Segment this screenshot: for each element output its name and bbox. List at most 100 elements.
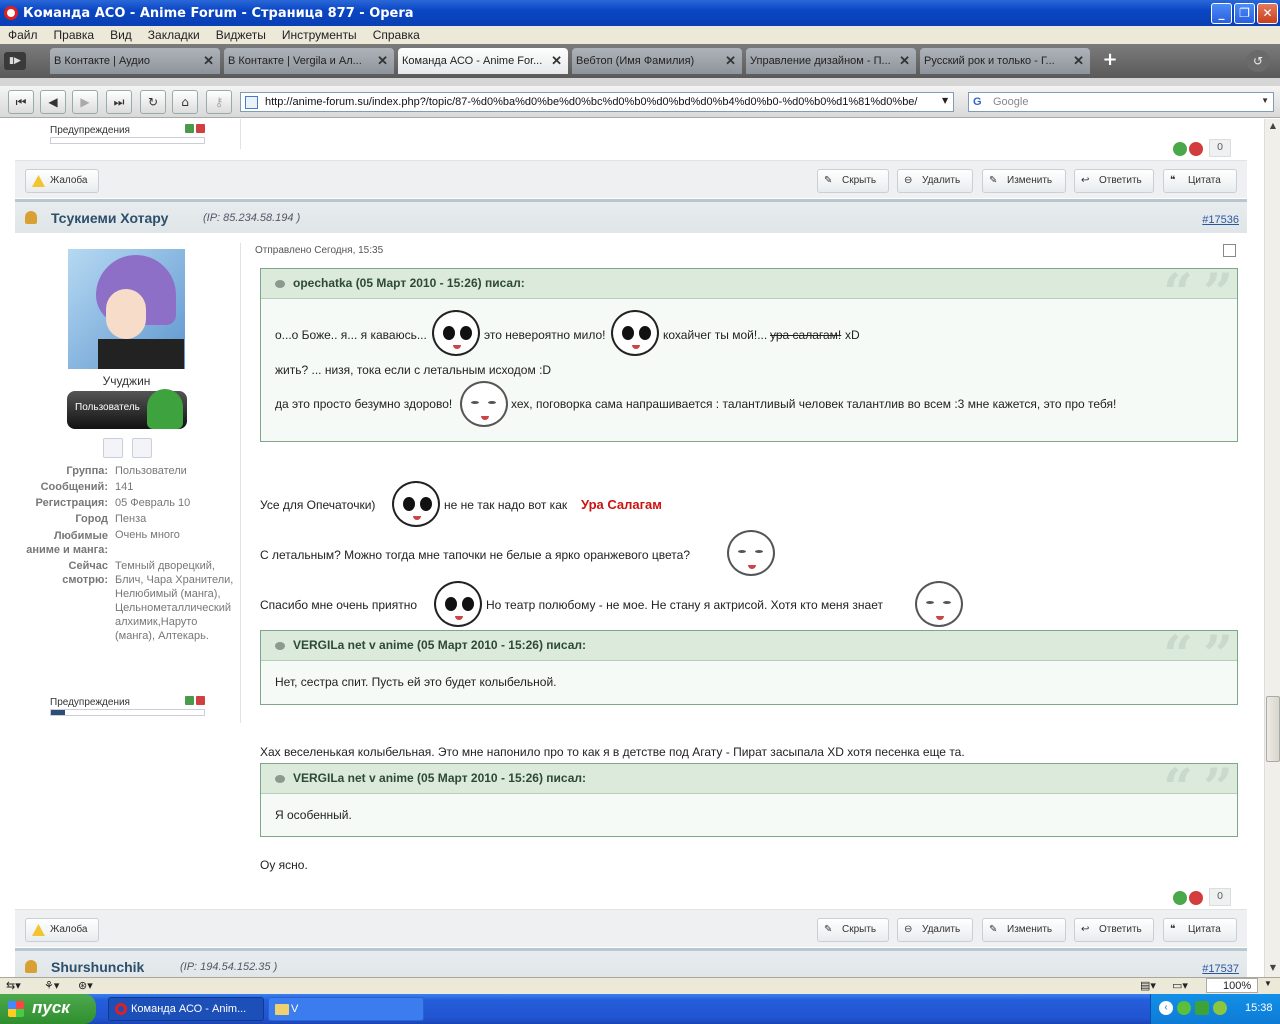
warn-minus-icon[interactable] — [185, 696, 194, 705]
tab-close-icon[interactable]: ✕ — [377, 53, 388, 69]
quote-button[interactable]: ❝ Цитата — [1163, 169, 1237, 193]
tray-app-icon[interactable] — [1177, 1001, 1191, 1015]
home-icon[interactable]: ⌂ — [172, 90, 198, 114]
menu-edit[interactable]: Правка — [46, 28, 103, 42]
address-field[interactable]: http://anime-forum.su/index.php?/topic/8… — [240, 92, 954, 112]
zoom-dropdown-icon[interactable]: ▼ — [1264, 979, 1272, 988]
taskbar: пуск Команда АСО - Anim... V RU ‹ 15:38 — [0, 994, 1280, 1024]
search-field[interactable]: G Google ▼ — [968, 92, 1274, 112]
start-label: пуск — [32, 998, 70, 1017]
taskbar-opera-button[interactable]: Команда АСО - Anim... — [108, 997, 264, 1021]
menu-widgets[interactable]: Виджеты — [208, 28, 274, 42]
tab-vk-audio[interactable]: В Контакте | Аудио ✕ — [50, 48, 220, 74]
post-number-link[interactable]: #17537 — [1202, 963, 1239, 975]
post-number-link[interactable]: #17536 — [1202, 214, 1239, 226]
view-icon[interactable]: ▭▾ — [1172, 979, 1188, 992]
post-text: Но театр полюбому - не мое. Не стану я а… — [486, 598, 883, 612]
clock[interactable]: 15:38 — [1245, 1002, 1273, 1014]
window-titlebar[interactable]: Команда АСО - Anime Forum - Страница 877… — [0, 0, 1280, 26]
post-ip: (IP: 85.234.58.194 ) — [203, 212, 301, 224]
menu-help[interactable]: Справка — [365, 28, 428, 42]
column-divider — [240, 243, 241, 723]
menu-file[interactable]: Файл — [0, 28, 46, 42]
delete-button[interactable]: ⊖ Удалить — [897, 918, 973, 942]
post-author[interactable]: Тсукиеми Хотару — [51, 210, 168, 226]
quote-header: VERGILa net v anime (05 Март 2010 - 15:2… — [261, 758, 1237, 819]
tab-russian-rock[interactable]: Русский рок и только - Г... ✕ — [920, 48, 1090, 74]
fast-forward-icon[interactable]: ⏭ — [106, 90, 132, 114]
quote-header: VERGILa net v anime (05 Март 2010 - 15:2… — [261, 625, 1237, 686]
complaint-button[interactable]: Жалоба — [25, 169, 99, 193]
tab-panel-toggle-icon[interactable]: ▮▶ — [4, 52, 26, 70]
delete-button[interactable]: ⊖ Удалить — [897, 169, 973, 193]
rewind-icon[interactable]: ⏮ — [8, 90, 34, 114]
tab-close-icon[interactable]: ✕ — [203, 53, 214, 69]
reload-icon[interactable]: ↻ — [140, 90, 166, 114]
forward-icon[interactable]: ▶ — [72, 90, 98, 114]
back-icon[interactable]: ◀ — [40, 90, 66, 114]
rate-up-icon[interactable] — [1173, 142, 1187, 156]
tab-close-icon[interactable]: ✕ — [1073, 53, 1084, 69]
maximize-button[interactable]: ❐ — [1234, 3, 1255, 24]
info-city-label: Город — [75, 513, 108, 525]
scroll-up-icon[interactable]: ▲ — [1267, 121, 1279, 131]
warnings-bar — [50, 137, 205, 144]
hide-button[interactable]: ✎ Скрыть — [817, 918, 889, 942]
reply-button[interactable]: ↩ Ответить — [1074, 169, 1154, 193]
folder-icon — [275, 1004, 289, 1015]
tray-app-icon[interactable] — [1195, 1001, 1209, 1015]
post-author[interactable]: Shurshunchik — [51, 959, 144, 975]
wand-icon[interactable]: ⚷ — [206, 90, 232, 114]
reply-button[interactable]: ↩ Ответить — [1074, 918, 1154, 942]
menu-tools[interactable]: Инструменты — [274, 28, 365, 42]
warn-minus-icon[interactable] — [185, 124, 194, 133]
post-text: Оу ясно. — [260, 858, 308, 872]
rate-up-icon[interactable] — [1173, 891, 1187, 905]
profile-icon[interactable] — [103, 438, 123, 458]
message-icon[interactable] — [132, 438, 152, 458]
closed-tabs-icon[interactable]: ↺ — [1246, 50, 1270, 72]
avatar-body — [98, 339, 184, 369]
user-avatar[interactable] — [68, 249, 185, 369]
start-button[interactable]: пуск — [0, 994, 96, 1024]
page-icon[interactable]: ▤▾ — [1140, 979, 1156, 992]
tab-close-icon[interactable]: ✕ — [725, 53, 736, 69]
new-tab-icon[interactable]: + — [1098, 51, 1122, 70]
zoom-control[interactable]: 100% — [1206, 978, 1258, 993]
complaint-button[interactable]: Жалоба — [25, 918, 99, 942]
warn-plus-icon[interactable] — [196, 696, 205, 705]
post-select-checkbox[interactable] — [1223, 244, 1236, 257]
tab-anime-forum[interactable]: Команда АСО - Anime For... ✕ — [398, 48, 568, 74]
tab-close-icon[interactable]: ✕ — [551, 53, 562, 69]
minimize-button[interactable]: _ — [1211, 3, 1232, 24]
button-label: Жалоба — [50, 924, 88, 935]
tab-label: В Контакте | Аудио — [54, 55, 150, 67]
hide-button[interactable]: ✎ Скрыть — [817, 169, 889, 193]
rate-down-icon[interactable] — [1189, 142, 1203, 156]
rate-down-icon[interactable] — [1189, 891, 1203, 905]
taskbar-folder-button[interactable]: V — [268, 997, 424, 1021]
warn-plus-icon[interactable] — [196, 124, 205, 133]
page-scrollbar[interactable]: ▲ ▼ — [1264, 119, 1280, 977]
post-text-red: Ура Салагам — [581, 497, 662, 512]
menu-view[interactable]: Вид — [102, 28, 140, 42]
turbo-icon[interactable]: ⊛▾ — [78, 979, 93, 992]
close-button[interactable]: ✕ — [1257, 3, 1278, 24]
tab-webtop[interactable]: Вебтоп (Имя Фамилия) ✕ — [572, 48, 742, 74]
address-dropdown-icon[interactable]: ▼ — [942, 96, 948, 105]
transfer-icon[interactable]: ⇆▾ — [6, 979, 21, 992]
edit-button[interactable]: ✎ Изменить — [982, 918, 1066, 942]
tab-design[interactable]: Управление дизайном - П... ✕ — [746, 48, 916, 74]
edit-button[interactable]: ✎ Изменить — [982, 169, 1066, 193]
warning-icon — [32, 924, 45, 936]
quote-button[interactable]: ❝ Цитата — [1163, 918, 1237, 942]
network-icon[interactable]: ⚘▾ — [44, 979, 59, 992]
tab-close-icon[interactable]: ✕ — [899, 53, 910, 69]
tray-expand-icon[interactable]: ‹ — [1159, 1001, 1173, 1015]
search-dropdown-icon[interactable]: ▼ — [1261, 96, 1269, 105]
menu-bookmarks[interactable]: Закладки — [140, 28, 208, 42]
tab-vk-vergila[interactable]: В Контакте | Vergila и Ал... ✕ — [224, 48, 394, 74]
tray-app-icon[interactable] — [1213, 1001, 1227, 1015]
scroll-down-icon[interactable]: ▼ — [1267, 963, 1279, 973]
scroll-thumb[interactable] — [1266, 696, 1280, 762]
